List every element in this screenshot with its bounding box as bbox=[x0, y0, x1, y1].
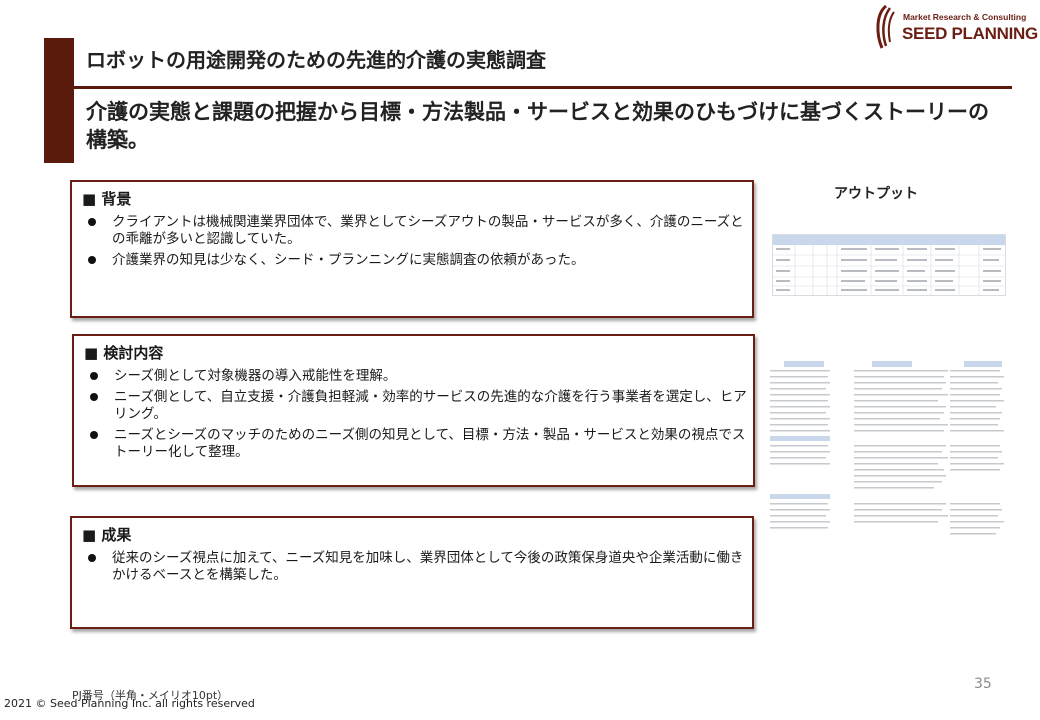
output-matrix-thumbnail bbox=[768, 360, 1008, 538]
list-item: シーズ側として対象機器の導入戒能性を理解。 bbox=[88, 368, 747, 385]
background-list: クライアントは機械関連業界団体で、業界としてシーズアウトの製品・サービスが多く、… bbox=[86, 214, 746, 273]
results-list: 従来のシーズ視点に加えて、ニーズ知見を加味し、業界団体として今後の政策保身道央や… bbox=[86, 550, 746, 588]
background-section: ■ 背景 クライアントは機械関連業界団体で、業界としてシーズアウトの製品・サービ… bbox=[70, 180, 754, 318]
company-logo: Market Research & Consulting SEED PLANNI… bbox=[872, 4, 1038, 52]
page-number: 35 bbox=[974, 676, 992, 692]
output-label: アウトプット bbox=[834, 186, 918, 202]
copyright-notice: 2021 © Seed Planning Inc. all rights res… bbox=[4, 697, 255, 710]
bullet-icon bbox=[90, 393, 98, 401]
page-title: ロボットの用途開発のための先進的介護の実態調査 bbox=[86, 48, 546, 72]
page-subtitle: 介護の実態と課題の把握から目標・方法製品・サービスと効果のひもづけに基づくストー… bbox=[86, 100, 989, 152]
bullet-icon bbox=[88, 218, 96, 226]
bullet-icon bbox=[88, 256, 96, 264]
results-heading: ■ 成果 bbox=[82, 526, 132, 544]
list-item: ニーズとシーズのマッチのためのニーズ側の知見として、目標・方法・製品・サービスと… bbox=[88, 427, 747, 461]
matrix-thumbnail-graphic bbox=[770, 361, 1004, 535]
logo-name: SEED PLANNING bbox=[902, 24, 1038, 43]
study-list: シーズ側として対象機器の導入戒能性を理解。 ニーズ側として、自立支援・介護負担軽… bbox=[88, 368, 747, 465]
logo-tagline: Market Research & Consulting bbox=[903, 12, 1027, 22]
list-item: クライアントは機械関連業界団体で、業界としてシーズアウトの製品・サービスが多く、… bbox=[86, 214, 746, 248]
output-table-thumbnail bbox=[772, 234, 1006, 296]
list-item: ニーズ側として、自立支援・介護負担軽減・効率的サービスの先進的な介護を行う事業者… bbox=[88, 389, 747, 423]
bullet-icon bbox=[90, 431, 98, 439]
title-divider bbox=[74, 86, 1012, 89]
study-section: ■ 検討内容 シーズ側として対象機器の導入戒能性を理解。 ニーズ側として、自立支… bbox=[72, 334, 755, 487]
study-heading: ■ 検討内容 bbox=[84, 344, 164, 362]
seed-leaf-icon bbox=[876, 4, 895, 49]
bullet-icon bbox=[88, 554, 96, 562]
title-accent-bar bbox=[44, 38, 74, 163]
background-heading: ■ 背景 bbox=[82, 190, 132, 208]
table-thumbnail-graphic bbox=[773, 235, 1005, 295]
results-section: ■ 成果 従来のシーズ視点に加えて、ニーズ知見を加味し、業界団体として今後の政策… bbox=[70, 516, 754, 629]
bullet-icon bbox=[90, 372, 98, 380]
list-item: 介護業界の知見は少なく、シード・プランニングに実態調査の依頼があった。 bbox=[86, 252, 746, 269]
list-item: 従来のシーズ視点に加えて、ニーズ知見を加味し、業界団体として今後の政策保身道央や… bbox=[86, 550, 746, 584]
